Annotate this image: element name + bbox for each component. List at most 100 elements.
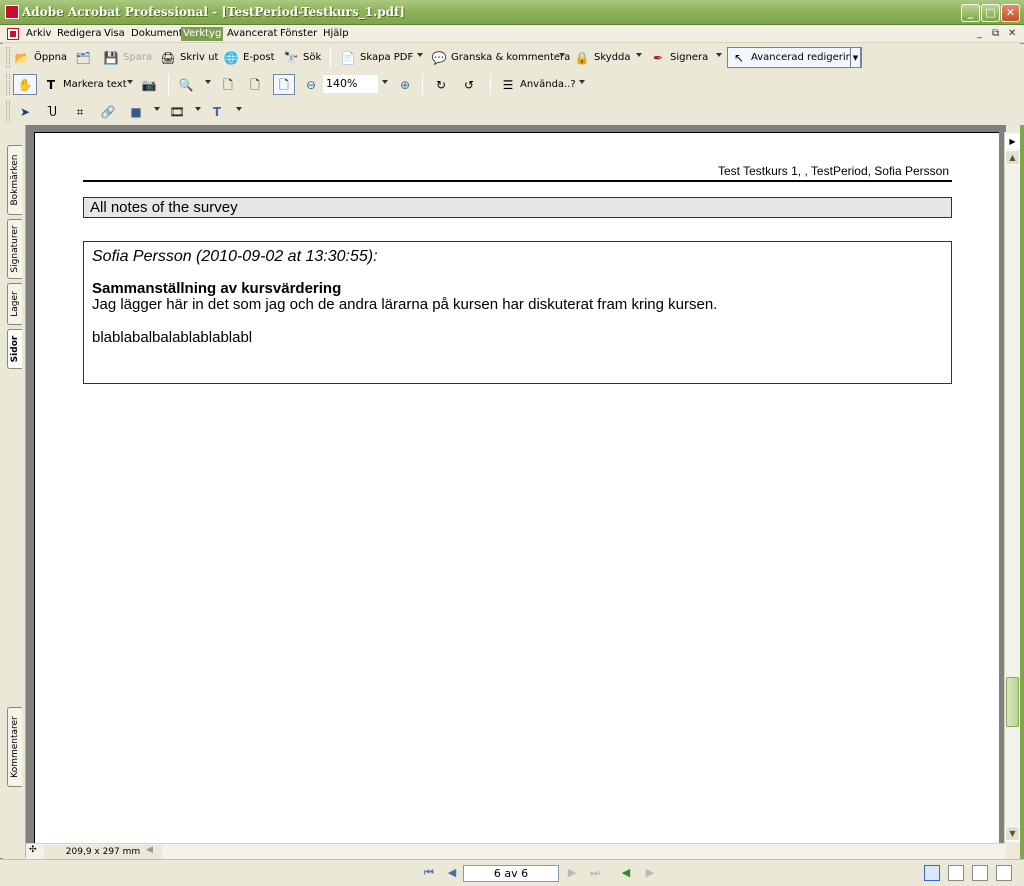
form-field-button[interactable]: ■ [128,101,148,122]
doc-close-button[interactable]: ✕ [1008,28,1016,39]
actual-size-button[interactable]: 🗋 [220,74,240,95]
search-button[interactable]: 🔭 Sök [283,47,322,68]
move-icon[interactable]: ✣ [29,845,37,855]
doc-minimize-button[interactable]: _ [977,28,982,39]
sign-button[interactable]: ✒ Signera [650,47,708,68]
first-page-icon[interactable]: ⏮ [421,865,437,881]
close-button[interactable]: ✕ [1001,4,1020,22]
page-number-field[interactable]: 6 av 6 [463,865,559,882]
toolbar-separator [490,74,491,95]
continuous-facing-layout-icon[interactable] [972,865,988,881]
form-field-dropdown-arrow[interactable] [154,107,160,111]
how-to-dropdown-arrow[interactable] [579,80,585,84]
title-bar[interactable]: Adobe Acrobat Professional - [TestPeriod… [0,0,1024,25]
vertical-scrollbar[interactable]: ▶ ▲ ▼ [1004,132,1020,843]
menu-arkiv[interactable]: Arkiv [24,27,53,41]
select-text-button[interactable]: T Markera text [43,74,127,95]
crop-button[interactable]: ⌗ [72,101,92,122]
menu-dokument[interactable]: Dokument [129,27,185,41]
email-globe-icon: 🌐 [223,50,239,65]
secure-label: Skydda [594,52,631,63]
secure-dropdown-arrow[interactable] [636,53,642,57]
scroll-down-button[interactable]: ▼ [1005,826,1020,841]
last-page-icon[interactable]: ⏭ [587,865,603,881]
advanced-edit-button[interactable]: ↖ Avancerad redigering [727,47,863,68]
hand-tool-button[interactable]: ✋ [13,74,37,95]
doc-restore-button[interactable]: ⧉ [992,28,999,39]
touchup-text-button[interactable]: Ⴎ [44,101,64,122]
sign-dropdown-arrow[interactable] [716,53,722,57]
rotate-page-icon: ↻ [435,77,447,92]
go-forward-icon[interactable]: ▶ [642,865,658,881]
zoom-level-field[interactable]: 140% [323,75,378,93]
tab-signatures[interactable]: Signaturer [7,219,22,279]
tab-pages[interactable]: Sidor [7,329,22,369]
secure-button[interactable]: 🔒 Skydda [574,47,631,68]
zoom-out-button[interactable]: ⊖ [303,74,323,95]
select-object-button[interactable]: ➤ [17,101,37,122]
tab-layers[interactable]: Lager [7,283,22,325]
menu-redigera[interactable]: Redigera [55,27,104,41]
scroll-left-icon[interactable]: ◀ [146,845,153,855]
save-button[interactable]: 💾 Spara [103,47,153,68]
facing-layout-icon[interactable] [996,865,1012,881]
zoom-level-dropdown-arrow[interactable] [382,80,388,84]
organizer-button[interactable]: 🗂 [75,47,95,68]
email-button[interactable]: 🌐 E-post [223,47,275,68]
zoom-in-tool-button[interactable]: 🔍 [178,74,198,95]
open-button[interactable]: 📂 Öppna [14,47,68,68]
print-button[interactable]: 🖨 Skriv ut [160,47,218,68]
toolbar-grip[interactable] [6,47,10,68]
zoom-tool-dropdown-arrow[interactable] [205,80,211,84]
select-text-dropdown-arrow[interactable] [127,80,133,84]
movie-tool-dropdown-arrow[interactable] [195,107,201,111]
toolbar-separator [168,74,169,95]
menu-visa[interactable]: Visa [102,27,127,41]
create-pdf-button[interactable]: 📄 Skapa PDF [340,47,414,68]
camera-icon: 📷 [141,77,157,92]
menu-verktyg[interactable]: Verktyg [181,27,224,41]
next-page-icon[interactable]: ▶ [564,865,580,881]
toolbar-separator [330,47,331,68]
go-back-icon[interactable]: ◀ [618,865,634,881]
document-viewport[interactable]: Test Testkurs 1, , TestPeriod, Sofia Per… [26,125,1006,843]
maximize-button[interactable]: □ [981,4,1000,22]
tab-comments[interactable]: Kommentarer [7,707,22,787]
movie-tool-button[interactable]: 🎞 [169,101,189,122]
zoom-in-button[interactable]: ⊕ [397,74,417,95]
rotate-view-ccw-button[interactable]: ↺ [461,74,481,95]
how-to-button[interactable]: ☰ Använda..? [500,74,576,95]
fit-page-button[interactable]: 🗋 [247,74,267,95]
menu-avancerat[interactable]: Avancerat [225,27,279,41]
window-border-right [1020,25,1024,886]
menu-fonster[interactable]: Fönster [278,27,319,41]
text-field-button[interactable]: T [209,101,229,122]
link-tool-button[interactable]: 🔗 [100,101,120,122]
scroll-up-button[interactable]: ▲ [1005,150,1020,165]
document-icon[interactable] [7,28,19,40]
toolbar-grip[interactable] [6,101,10,122]
advanced-edit-dropdown[interactable]: ▼ [850,47,861,68]
section-title: All notes of the survey [83,197,952,218]
page-width-icon: 🗋 [279,77,289,92]
horizontal-scrollbar[interactable]: ✣ 209,9 x 297 mm ◀ [26,843,1006,859]
scroll-thumb[interactable] [1006,677,1019,727]
single-page-layout-icon[interactable] [924,865,940,881]
create-pdf-dropdown-arrow[interactable] [417,53,423,57]
review-dropdown-arrow[interactable] [559,53,565,57]
advanced-edit-label: Avancerad redigering [751,52,859,63]
text-field-dropdown-arrow[interactable] [236,107,242,111]
continuous-layout-icon[interactable] [948,865,964,881]
minimize-button[interactable]: _ [961,4,980,22]
snapshot-button[interactable]: 📷 [141,74,161,95]
text-cursor-icon: T [46,77,56,92]
menu-hjalp[interactable]: Hjälp [321,27,351,41]
tab-layers-label: Lager [10,291,20,317]
fit-width-button[interactable]: 🗋 [273,74,295,95]
tab-bookmarks[interactable]: Bokmärken [7,145,22,215]
toolbar-grip[interactable] [6,74,10,95]
review-button[interactable]: 💬 Granska & kommentera [431,47,571,68]
rotate-view-button[interactable]: ↻ [433,74,453,95]
previous-page-icon[interactable]: ◀ [444,865,460,881]
split-view-arrow-icon[interactable]: ▶ [1005,134,1020,149]
